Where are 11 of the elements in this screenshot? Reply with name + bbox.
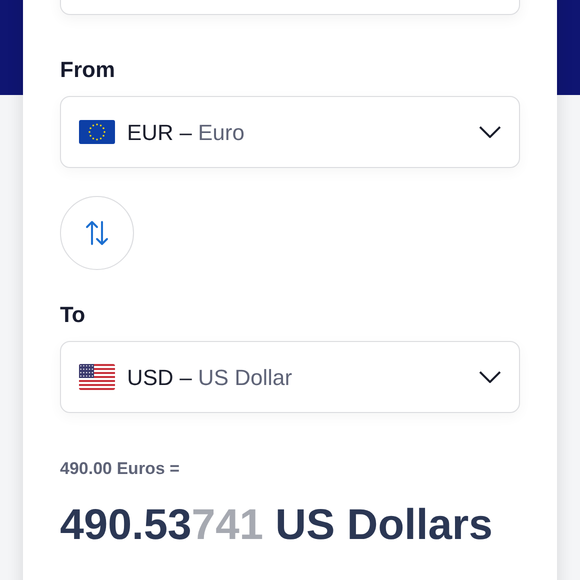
input-amount-text: 490.00 Euros =	[60, 458, 180, 480]
converted-amount: 490.53741 US Dollars	[60, 500, 493, 551]
chevron-down-icon	[479, 371, 501, 383]
currency-select[interactable]: USD – US Dollar	[60, 341, 520, 413]
chevron-down-icon	[479, 126, 501, 138]
from-label: From	[60, 56, 116, 84]
eu-flag-icon	[79, 120, 115, 144]
to-label: To	[60, 301, 86, 329]
currency-select[interactable]: EUR – Euro	[60, 96, 520, 168]
swap-arrows-icon	[85, 220, 109, 246]
us-flag-icon	[79, 364, 115, 390]
